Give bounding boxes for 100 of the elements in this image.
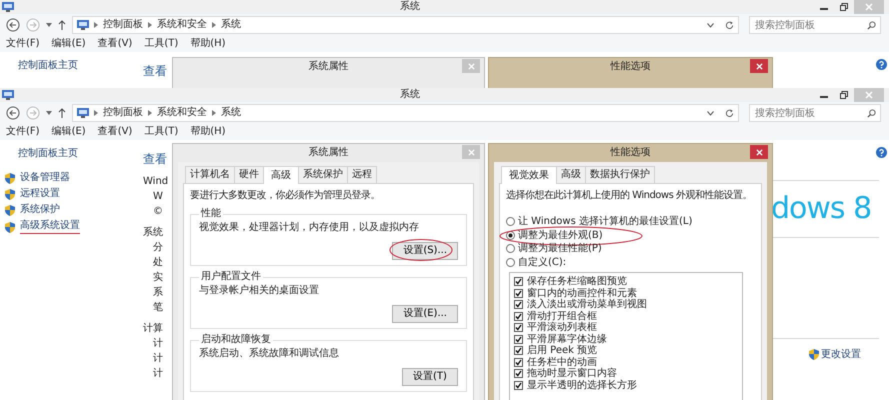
radio-button[interactable]: [506, 258, 515, 267]
logo-text: dows 8: [771, 190, 872, 228]
close-icon: [865, 3, 873, 11]
sidebar-link[interactable]: 高级系统设置: [20, 220, 80, 234]
tab[interactable]: 远程: [347, 166, 377, 183]
info-text: 处: [153, 256, 164, 269]
breadcrumb-item[interactable]: 控制面板: [103, 19, 143, 31]
window-title: 系统: [400, 89, 420, 101]
help-icon[interactable]: [876, 147, 887, 158]
checkbox[interactable]: [514, 312, 523, 321]
info-text: 计算: [143, 322, 164, 335]
instruction-text: 要进行大多数更改，你必须作为管理员登录。: [190, 190, 381, 202]
menu-item[interactable]: 文件(F): [6, 38, 40, 50]
sidebar-link[interactable]: 控制面板主页: [18, 60, 140, 72]
radio-button[interactable]: [506, 244, 515, 254]
search-icon: [867, 21, 876, 30]
sidebar-link[interactable]: 控制面板主页: [18, 148, 140, 160]
dialog-title: 系统属性: [308, 61, 348, 73]
dialog-title: 性能选项: [610, 147, 650, 159]
radio-label[interactable]: 自定义(C):: [518, 256, 566, 268]
breadcrumb-item[interactable]: 系统和安全: [157, 19, 207, 31]
up-arrow-icon[interactable]: [58, 108, 66, 118]
menu-item[interactable]: 编辑(E): [52, 126, 86, 138]
checkbox[interactable]: [514, 300, 523, 310]
refresh-icon[interactable]: [725, 108, 734, 118]
settings-button[interactable]: 设置(E)...: [392, 305, 458, 323]
info-text: W: [153, 190, 164, 203]
group-title: 启动和故障恢复: [200, 334, 272, 346]
computer-icon: [2, 2, 14, 12]
chevron-right-icon: [212, 22, 216, 28]
breadcrumb-item[interactable]: 控制面板: [103, 107, 143, 119]
radio-button[interactable]: [506, 217, 515, 226]
settings-button[interactable]: 设置(S)...: [392, 242, 458, 260]
tab[interactable]: 高级: [263, 166, 299, 184]
checkbox-label[interactable]: 显示半透明的选择长方形: [527, 380, 637, 391]
checkbox[interactable]: [514, 358, 523, 367]
checkbox[interactable]: [514, 334, 523, 344]
menu-item[interactable]: 工具(T): [144, 38, 178, 50]
checkbox[interactable]: [514, 346, 523, 356]
group-title: 性能: [200, 208, 222, 220]
dropdown-caret-icon[interactable]: [46, 111, 52, 115]
address-bar[interactable]: 控制面板 系统和安全 系统: [72, 16, 739, 34]
checkbox-label[interactable]: 平滑屏幕字体边缘: [527, 334, 607, 345]
search-field[interactable]: 搜索控制面板: [749, 104, 881, 122]
refresh-icon[interactable]: [725, 20, 734, 30]
shield-icon: [5, 172, 15, 184]
menu-item[interactable]: 查看(V): [98, 38, 132, 50]
menu-item[interactable]: 查看(V): [98, 126, 132, 138]
menu-item[interactable]: 文件(F): [6, 126, 40, 138]
tab[interactable]: 数据执行保护: [585, 166, 655, 183]
checkbox-label[interactable]: 窗口内的动画控件和元素: [527, 288, 637, 299]
info-text: 笔: [153, 301, 164, 314]
computer-icon: [77, 20, 89, 30]
info-text: ©: [153, 205, 164, 218]
dropdown-caret-icon[interactable]: [707, 110, 714, 116]
change-settings-link[interactable]: 更改设置: [821, 347, 861, 361]
checkbox[interactable]: [514, 380, 523, 390]
info-text: 分: [153, 241, 164, 254]
sidebar-link[interactable]: 系统保护: [20, 204, 60, 216]
close-icon: [756, 148, 762, 156]
computer-icon: [77, 108, 89, 118]
info-text: Wind: [143, 175, 168, 188]
menu-item[interactable]: 工具(T): [144, 126, 178, 138]
tab[interactable]: 计算机名: [185, 166, 235, 183]
sidebar-link[interactable]: 设备管理器: [20, 172, 70, 184]
up-arrow-icon[interactable]: [58, 20, 66, 30]
checkbox-label[interactable]: 任务栏中的动画: [527, 356, 597, 368]
checkbox-label[interactable]: 滑动打开组合框: [527, 310, 597, 322]
breadcrumb-item[interactable]: 系统: [221, 107, 241, 119]
sidebar-link[interactable]: 远程设置: [20, 188, 60, 200]
breadcrumb-item[interactable]: 系统和安全: [157, 107, 207, 119]
radio-label[interactable]: 让 Windows 选择计算机的最佳设置(L): [518, 216, 692, 228]
checkbox[interactable]: [514, 288, 523, 298]
tab[interactable]: 视觉效果: [501, 166, 557, 184]
checkbox-label[interactable]: 保存任务栏缩略图预览: [527, 276, 627, 288]
search-field[interactable]: 搜索控制面板: [749, 16, 881, 34]
breadcrumb-item[interactable]: 系统: [221, 19, 241, 31]
restore-icon: [840, 3, 848, 11]
close-button[interactable]: [750, 145, 768, 159]
group-title: 用户配置文件: [200, 271, 262, 283]
checkbox-label[interactable]: 平滑滚动列表框: [527, 322, 597, 334]
menu-item[interactable]: 帮助(H): [190, 126, 226, 138]
menu-item[interactable]: 编辑(E): [52, 38, 86, 50]
checkbox-label[interactable]: 启用 Peek 预览: [527, 345, 598, 356]
restore-icon: [840, 91, 848, 99]
section-heading: 查看: [143, 63, 167, 79]
dropdown-caret-icon[interactable]: [707, 22, 714, 28]
checkbox[interactable]: [514, 277, 523, 286]
address-bar[interactable]: 控制面板 系统和安全 系统: [72, 104, 739, 122]
menu-item[interactable]: 帮助(H): [190, 38, 226, 50]
settings-button[interactable]: 设置(T): [402, 368, 458, 386]
radio-label[interactable]: 调整为最佳性能(P): [518, 243, 602, 254]
checkbox-label[interactable]: 拖动时显示窗口内容: [527, 368, 617, 380]
help-icon[interactable]: [876, 59, 887, 70]
info-text: 系统: [143, 226, 164, 239]
checkbox-label[interactable]: 淡入淡出或滑动菜单到视图: [527, 299, 647, 310]
dropdown-caret-icon[interactable]: [46, 23, 52, 27]
checkbox[interactable]: [514, 369, 523, 378]
close-button[interactable]: [750, 59, 768, 73]
checkbox[interactable]: [514, 323, 523, 332]
